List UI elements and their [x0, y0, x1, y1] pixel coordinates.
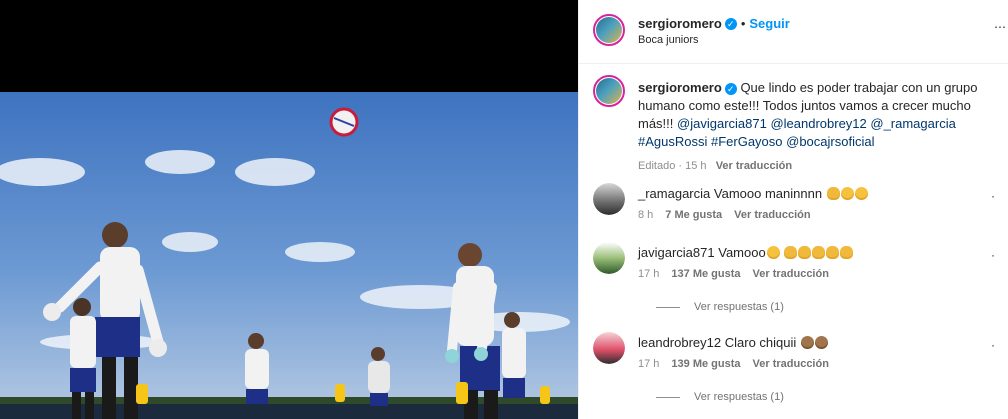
location-link[interactable]: Boca juniors [638, 34, 699, 46]
thumbs-up-emoji-icon [826, 187, 840, 200]
caption-meta: Editado · 15 h Ver traducción [638, 160, 793, 172]
caption-translate-link[interactable]: Ver traducción [716, 160, 792, 172]
edited-label: Editado [638, 160, 676, 172]
commenter-username[interactable]: javigarcia871 [638, 245, 715, 260]
comment-body: javigarcia871 Vamooo [638, 244, 988, 262]
comment-time: 17 h [638, 358, 660, 370]
comment-likes[interactable]: 137 Me gusta [671, 268, 740, 280]
comment-translate-link[interactable]: Ver traducción [753, 358, 829, 370]
caption-author-avatar[interactable] [593, 75, 625, 107]
comment-translate-link[interactable]: Ver traducción [753, 268, 829, 280]
comment-body: leandrobrey12 Claro chiquii [638, 334, 988, 352]
comment-more-icon[interactable]: · [991, 338, 995, 352]
muscle-emoji-icon [840, 246, 854, 259]
comment-likes[interactable]: 139 Me gusta [671, 358, 740, 370]
post-caption: sergioromero ✓ Que lindo es poder trabaja… [638, 79, 993, 175]
post-side-panel: sergioromero ✓ • Seguir Boca juniors ⋯ serg… [578, 0, 1008, 419]
clap-emoji-icon [814, 336, 828, 349]
comment-text: Claro chiquii [724, 335, 797, 350]
author-username[interactable]: sergioromero [638, 16, 722, 31]
commenter-username[interactable]: _ramagarcia [638, 186, 710, 201]
grin-emoji-icon [766, 246, 780, 259]
clap-emoji-icon [812, 246, 826, 259]
grin-emoji-icon [854, 187, 868, 200]
more-options-icon[interactable]: ⋯ [994, 20, 1006, 34]
comment-text: Vamooo [718, 245, 766, 260]
follow-button[interactable]: Seguir [749, 16, 789, 31]
comment-meta: 17 h 139 Me gusta Ver traducción [638, 358, 841, 370]
verified-badge-icon: ✓ [724, 82, 737, 95]
comment-text: Vamooo maninnnn [713, 186, 823, 201]
comment-more-icon[interactable]: · [991, 248, 995, 262]
view-replies-button[interactable]: Ver respuestas (1) [656, 301, 784, 313]
view-replies-label: Ver respuestas (1) [694, 391, 784, 403]
replies-divider [656, 306, 680, 308]
comment-time: 17 h [638, 268, 660, 280]
grin-emoji-icon [840, 187, 854, 200]
verified-badge-icon: ✓ [724, 17, 737, 30]
post-media [0, 0, 578, 419]
separator-dot: • [740, 16, 746, 31]
training-photo-illustration [0, 92, 578, 419]
caption-author-username[interactable]: sergioromero [638, 80, 722, 95]
comment-meta: 17 h 137 Me gusta Ver traducción [638, 268, 841, 280]
comment-likes[interactable]: 7 Me gusta [665, 209, 722, 221]
replies-divider [656, 396, 680, 398]
comment-body: _ramagarcia Vamooo maninnnn [638, 185, 988, 203]
comment-meta: 8 h 7 Me gusta Ver traducción [638, 209, 823, 221]
commenter-avatar[interactable] [593, 183, 625, 215]
comment-translate-link[interactable]: Ver traducción [734, 209, 810, 221]
view-replies-button[interactable]: Ver respuestas (1) [656, 391, 784, 403]
post-time: 15 h [685, 160, 707, 172]
muscle-emoji-icon [826, 246, 840, 259]
commenter-avatar[interactable] [593, 332, 625, 364]
commenter-username[interactable]: leandrobrey12 [638, 335, 721, 350]
comment-more-icon[interactable]: · [991, 189, 995, 203]
author-avatar[interactable] [593, 14, 625, 46]
comment-time: 8 h [638, 209, 654, 221]
caption-tags[interactable]: @javigarcia871 @leandrobrey12 @_ramagarc… [638, 116, 956, 149]
post-header: sergioromero ✓ • Seguir Boca juniors ⋯ [579, 0, 1008, 64]
post-photo[interactable] [0, 92, 578, 419]
clap-emoji-icon [798, 246, 812, 259]
commenter-avatar[interactable] [593, 242, 625, 274]
view-replies-label: Ver respuestas (1) [694, 301, 784, 313]
clap-emoji-icon [784, 246, 798, 259]
clap-emoji-icon [800, 336, 814, 349]
